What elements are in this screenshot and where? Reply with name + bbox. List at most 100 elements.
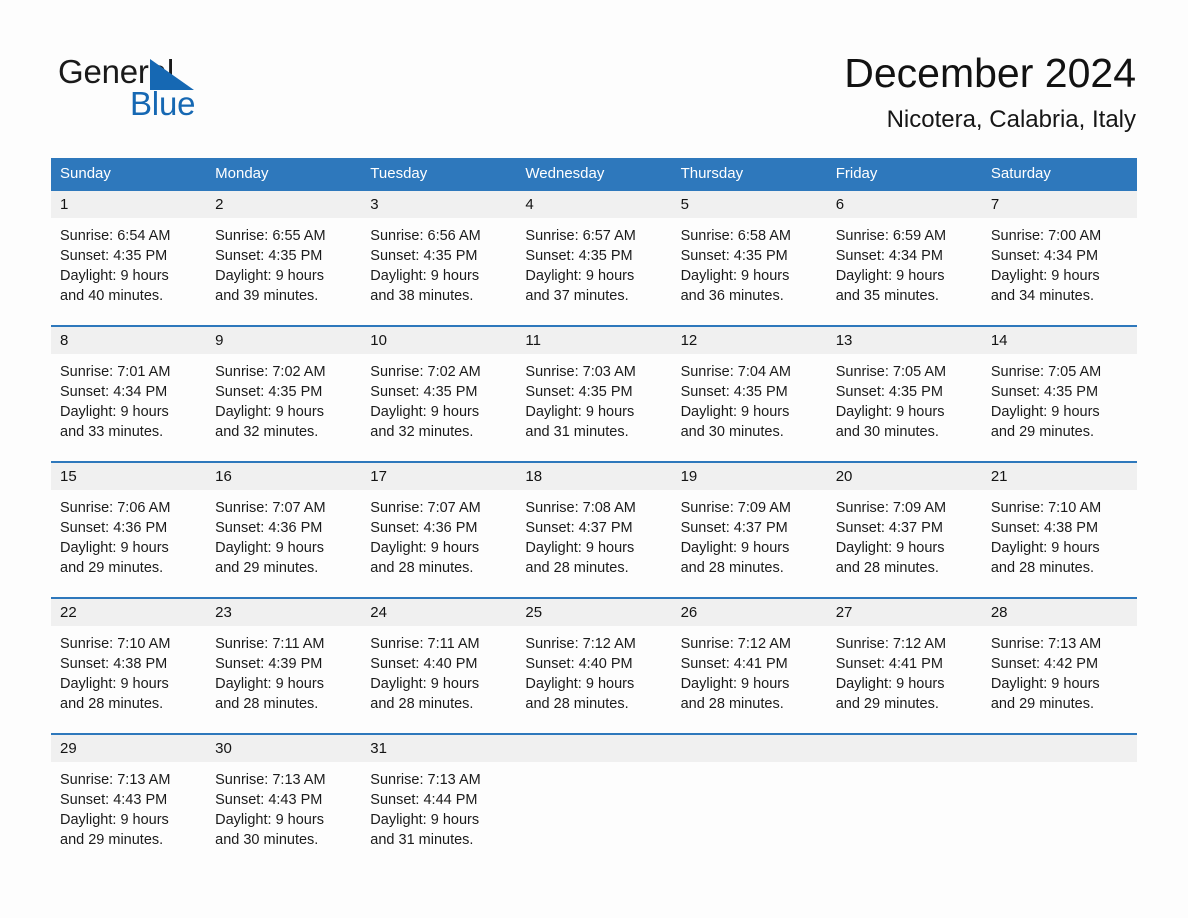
day-cell[interactable]: Sunrise: 7:13 AM Sunset: 4:43 PM Dayligh… [51,762,206,869]
general-blue-logo[interactable]: General Blue [58,52,288,130]
daylight-text-line1: Daylight: 9 hours [525,268,635,284]
day-cell-empty [672,762,827,869]
daylight-text-line2: and 31 minutes. [525,424,629,440]
day-number[interactable]: 14 [982,327,1137,354]
day-number[interactable]: 16 [206,463,361,490]
day-number[interactable]: 20 [827,463,982,490]
day-number[interactable]: 9 [206,327,361,354]
day-number[interactable]: 3 [361,191,516,218]
weekday-header-wednesday: Wednesday [525,165,605,182]
day-number[interactable]: 15 [51,463,206,490]
day-cell[interactable]: Sunrise: 7:08 AM Sunset: 4:37 PM Dayligh… [516,490,671,597]
sunset-text: Sunset: 4:35 PM [215,384,323,400]
page-title: December 2024 [844,50,1136,96]
day-cell[interactable]: Sunrise: 7:05 AM Sunset: 4:35 PM Dayligh… [982,354,1137,461]
daylight-text-line2: and 32 minutes. [215,424,319,440]
day-cell[interactable]: Sunrise: 7:11 AM Sunset: 4:39 PM Dayligh… [206,626,361,733]
day-number[interactable]: 21 [982,463,1137,490]
day-cell[interactable]: Sunrise: 6:58 AM Sunset: 4:35 PM Dayligh… [672,218,827,325]
day-cell[interactable]: Sunrise: 7:10 AM Sunset: 4:38 PM Dayligh… [51,626,206,733]
calendar-table: Sunday Monday Tuesday Wednesday Thursday… [51,158,1137,869]
day-number[interactable]: 11 [516,327,671,354]
day-number[interactable]: 8 [51,327,206,354]
day-cell[interactable]: Sunrise: 7:13 AM Sunset: 4:44 PM Dayligh… [361,762,516,869]
day-number-empty [982,735,1137,762]
day-number[interactable]: 6 [827,191,982,218]
day-cell[interactable]: Sunrise: 7:10 AM Sunset: 4:38 PM Dayligh… [982,490,1137,597]
day-cell[interactable]: Sunrise: 7:01 AM Sunset: 4:34 PM Dayligh… [51,354,206,461]
daylight-text-line1: Daylight: 9 hours [990,540,1100,556]
day-number[interactable]: 10 [361,327,516,354]
day-number[interactable]: 26 [672,599,827,626]
day-cell[interactable]: Sunrise: 7:02 AM Sunset: 4:35 PM Dayligh… [206,354,361,461]
day-cell[interactable]: Sunrise: 7:13 AM Sunset: 4:43 PM Dayligh… [206,762,361,869]
sunrise-text: Sunrise: 7:04 AM [680,364,791,380]
daylight-text-line1: Daylight: 9 hours [60,540,169,556]
day-number[interactable]: 28 [982,599,1137,626]
day-number[interactable]: 31 [361,735,516,762]
day-cell[interactable]: Sunrise: 7:05 AM Sunset: 4:35 PM Dayligh… [827,354,982,461]
day-number[interactable]: 18 [516,463,671,490]
sunrise-text: Sunrise: 7:08 AM [525,500,636,516]
daylight-text-line1: Daylight: 9 hours [370,540,480,556]
day-cell[interactable]: Sunrise: 7:13 AM Sunset: 4:42 PM Dayligh… [982,626,1137,733]
day-cell-empty [516,762,671,869]
day-number[interactable]: 17 [361,463,516,490]
day-number[interactable]: 13 [827,327,982,354]
daylight-text-line2: and 34 minutes. [990,288,1095,304]
sunrise-text: Sunrise: 7:00 AM [990,228,1102,244]
sunset-text: Sunset: 4:35 PM [525,248,633,264]
day-cell[interactable]: Sunrise: 7:09 AM Sunset: 4:37 PM Dayligh… [827,490,982,597]
day-number[interactable]: 1 [51,191,206,218]
daylight-text-line2: and 30 minutes. [835,424,939,440]
day-number[interactable]: 27 [827,599,982,626]
day-cell[interactable]: Sunrise: 7:07 AM Sunset: 4:36 PM Dayligh… [361,490,516,597]
day-cell[interactable]: Sunrise: 6:55 AM Sunset: 4:35 PM Dayligh… [206,218,361,325]
day-cell[interactable]: Sunrise: 7:02 AM Sunset: 4:35 PM Dayligh… [361,354,516,461]
daylight-text-line1: Daylight: 9 hours [370,268,480,284]
day-number[interactable]: 22 [51,599,206,626]
day-number[interactable]: 29 [51,735,206,762]
day-cell[interactable]: Sunrise: 6:56 AM Sunset: 4:35 PM Dayligh… [361,218,516,325]
daylight-text-line1: Daylight: 9 hours [370,812,480,828]
daylight-text-line1: Daylight: 9 hours [525,540,635,556]
day-number[interactable]: 24 [361,599,516,626]
daylight-text-line1: Daylight: 9 hours [370,676,480,692]
day-cell[interactable]: Sunrise: 7:03 AM Sunset: 4:35 PM Dayligh… [516,354,671,461]
sunset-text: Sunset: 4:42 PM [990,656,1099,672]
sunrise-text: Sunrise: 7:13 AM [60,772,171,788]
day-number[interactable]: 23 [206,599,361,626]
day-cell[interactable]: Sunrise: 7:07 AM Sunset: 4:36 PM Dayligh… [206,490,361,597]
day-cell[interactable]: Sunrise: 7:04 AM Sunset: 4:35 PM Dayligh… [672,354,827,461]
daylight-text-line2: and 40 minutes. [60,288,164,304]
day-number-band: 15 16 17 18 19 20 21 [51,461,1137,490]
day-cell[interactable]: Sunrise: 7:11 AM Sunset: 4:40 PM Dayligh… [361,626,516,733]
sunset-text: Sunset: 4:41 PM [680,656,788,672]
sunset-text: Sunset: 4:35 PM [990,384,1099,400]
day-cell[interactable]: Sunrise: 7:06 AM Sunset: 4:36 PM Dayligh… [51,490,206,597]
day-cell[interactable]: Sunrise: 7:00 AM Sunset: 4:34 PM Dayligh… [982,218,1137,325]
daylight-text-line2: and 28 minutes. [680,696,784,712]
day-number[interactable]: 30 [206,735,361,762]
day-cell[interactable]: Sunrise: 7:12 AM Sunset: 4:41 PM Dayligh… [827,626,982,733]
day-number[interactable]: 25 [516,599,671,626]
day-cell[interactable]: Sunrise: 6:57 AM Sunset: 4:35 PM Dayligh… [516,218,671,325]
day-cell[interactable]: Sunrise: 7:09 AM Sunset: 4:37 PM Dayligh… [672,490,827,597]
daylight-text-line1: Daylight: 9 hours [370,404,480,420]
day-cell[interactable]: Sunrise: 6:54 AM Sunset: 4:35 PM Dayligh… [51,218,206,325]
day-number[interactable]: 19 [672,463,827,490]
week-row: 1 2 3 4 5 6 7 Sunrise: 6:54 AM Sunset: 4… [51,189,1137,325]
day-number[interactable]: 5 [672,191,827,218]
day-number[interactable]: 12 [672,327,827,354]
sunset-text: Sunset: 4:37 PM [835,520,943,536]
sunrise-text: Sunrise: 7:03 AM [525,364,636,380]
daylight-text-line2: and 29 minutes. [990,424,1095,440]
sunrise-text: Sunrise: 7:07 AM [215,500,326,516]
day-cell[interactable]: Sunrise: 6:59 AM Sunset: 4:34 PM Dayligh… [827,218,982,325]
day-number[interactable]: 2 [206,191,361,218]
day-number[interactable]: 7 [982,191,1137,218]
day-number[interactable]: 4 [516,191,671,218]
day-cell[interactable]: Sunrise: 7:12 AM Sunset: 4:40 PM Dayligh… [516,626,671,733]
daylight-text-line1: Daylight: 9 hours [835,268,945,284]
day-cell[interactable]: Sunrise: 7:12 AM Sunset: 4:41 PM Dayligh… [672,626,827,733]
